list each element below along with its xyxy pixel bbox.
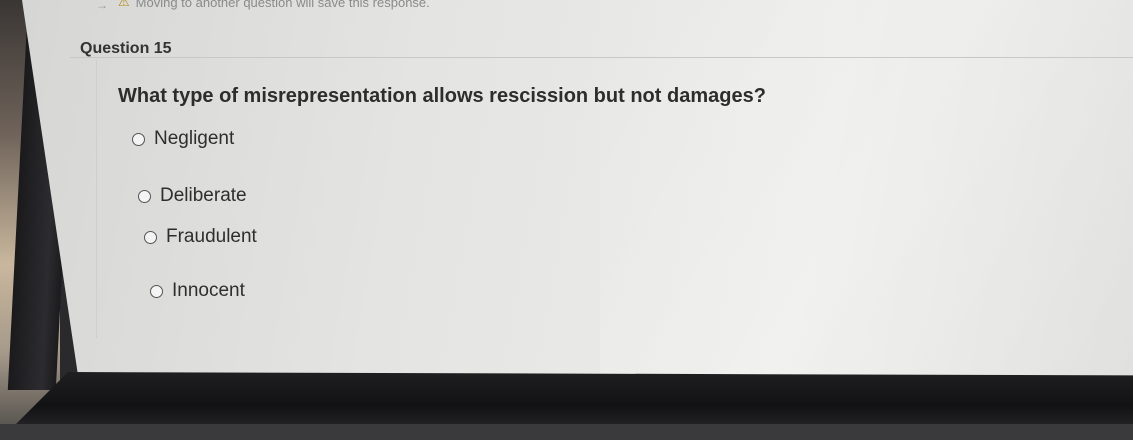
save-warning: ⚠ Moving to another question will save t… [118,0,430,10]
option-label: Negligent [154,128,235,149]
answer-option-deliberate[interactable]: Deliberate [138,185,247,207]
question-text: What type of misrepresentation allows re… [118,85,766,107]
question-number: Question 15 [80,40,172,57]
radio-button[interactable] [132,132,145,146]
radio-button[interactable] [144,230,157,244]
radio-button[interactable] [138,189,151,203]
question-panel-border [96,60,97,338]
answer-option-innocent[interactable]: Innocent [150,280,245,302]
answer-option-fraudulent[interactable]: Fraudulent [144,226,257,248]
answer-option-negligent[interactable]: Negligent [132,128,234,150]
option-label: Innocent [172,280,245,301]
laptop-body-edge [0,424,1133,440]
option-label: Fraudulent [166,226,257,247]
warning-icon: ⚠ [118,0,130,9]
option-label: Deliberate [160,185,247,206]
radio-button[interactable] [150,284,163,298]
arrow-icon: → [96,0,108,12]
warning-text: Moving to another question will save thi… [135,0,430,10]
header-divider [70,57,1133,58]
